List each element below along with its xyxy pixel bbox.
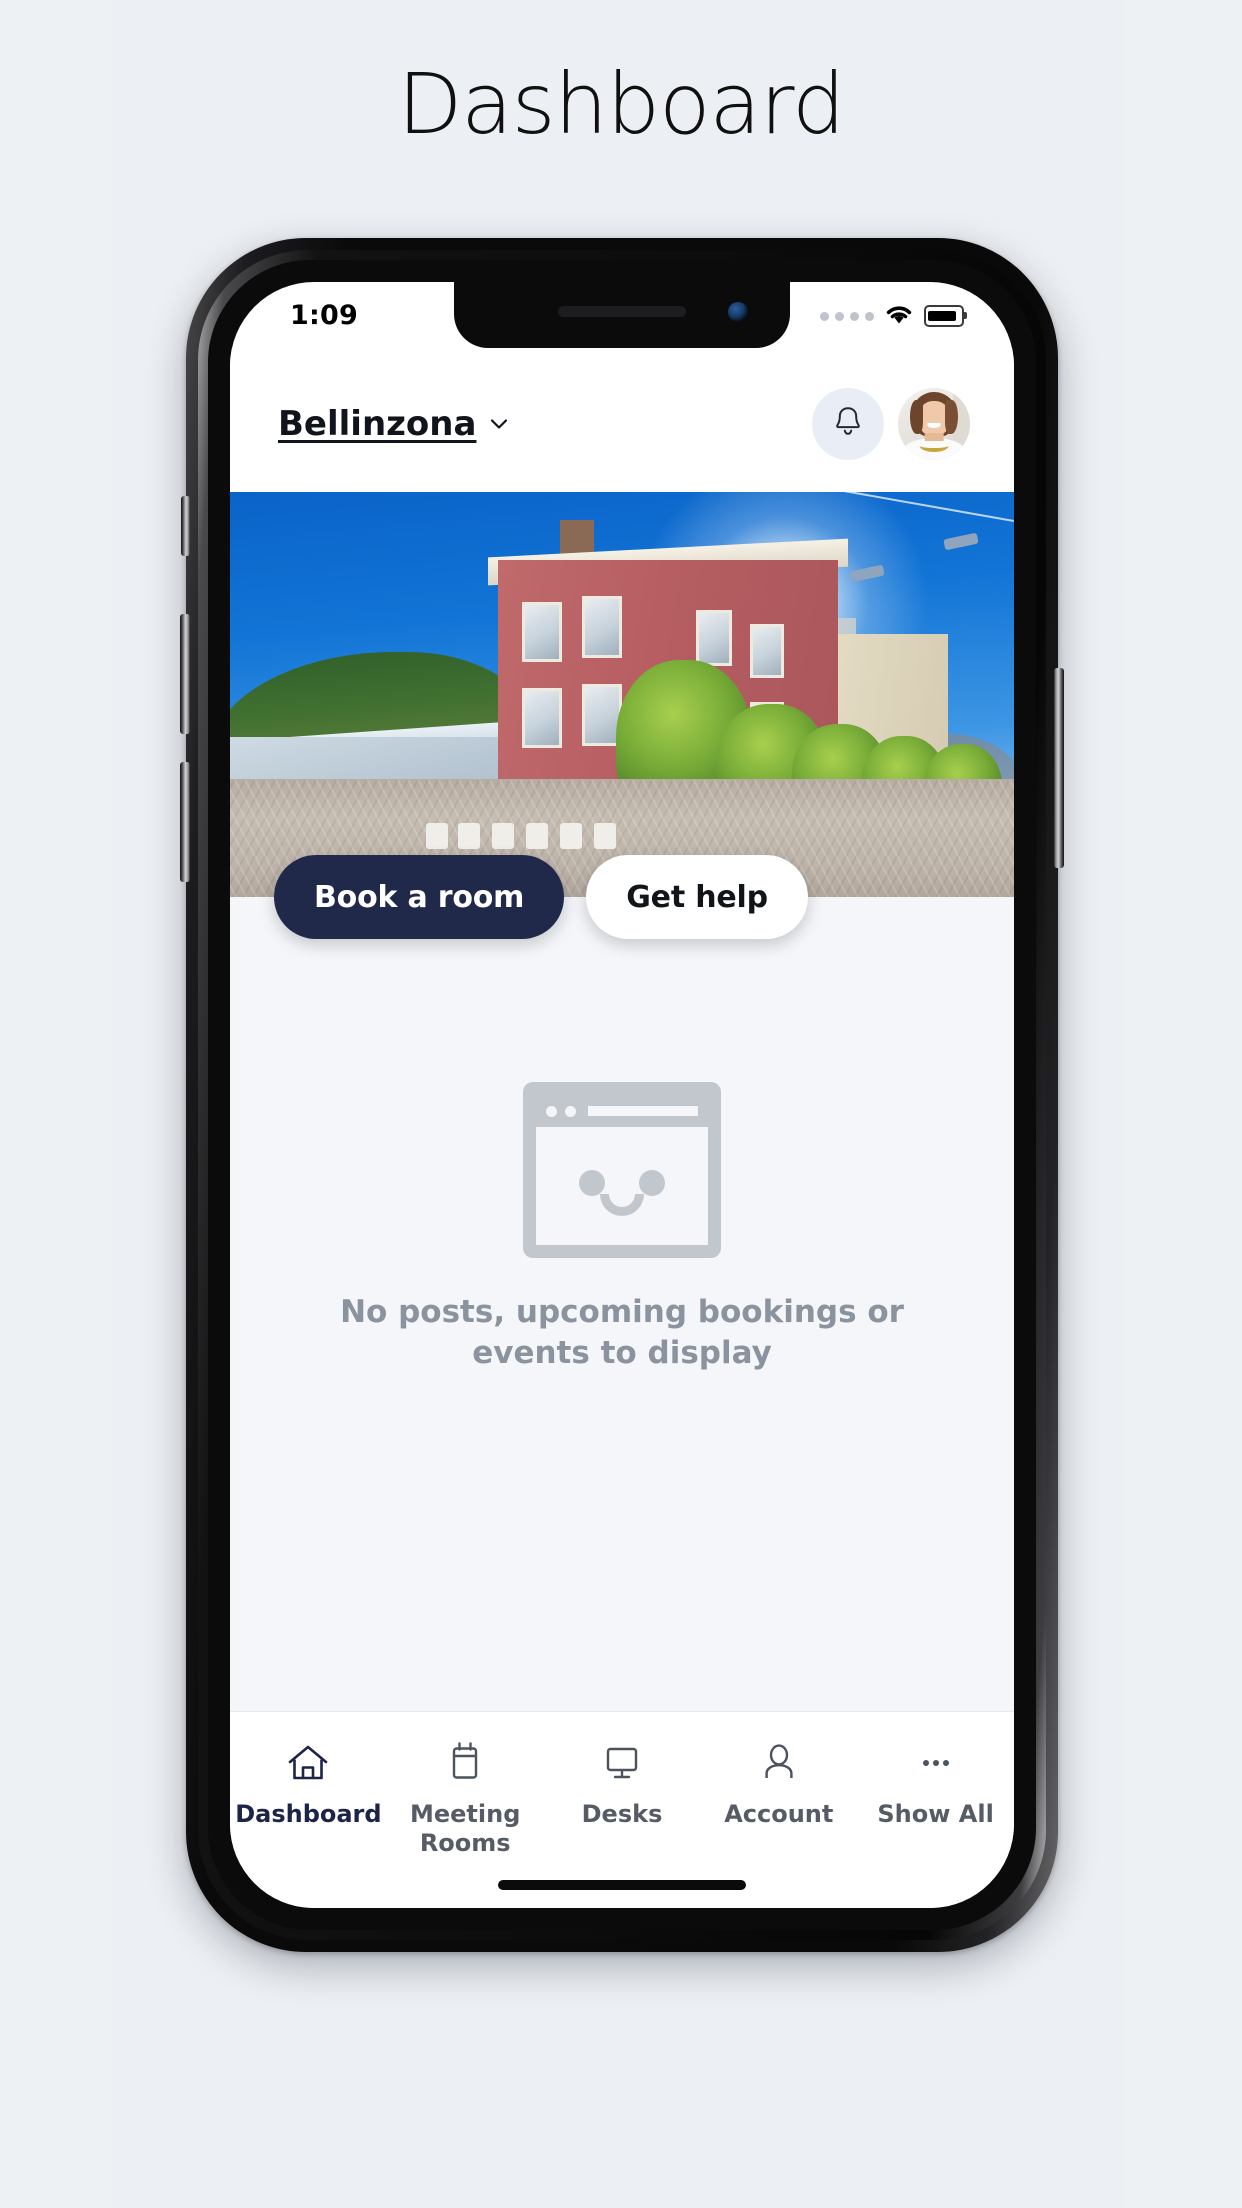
volume-down-button[interactable] bbox=[180, 762, 190, 882]
home-icon bbox=[285, 1736, 331, 1790]
phone-screen: 1:09 Bellinzona No posts, upcoming booki… bbox=[230, 282, 1014, 1908]
book-a-room-button[interactable]: Book a room bbox=[274, 855, 565, 939]
location-label: Bellinzona bbox=[278, 404, 477, 444]
notifications-button[interactable] bbox=[812, 388, 884, 460]
tab-account[interactable]: Account bbox=[700, 1712, 857, 1908]
front-camera-icon bbox=[728, 302, 748, 322]
page-root: Dashboard 1:09 Bellinzona No posts, upco… bbox=[0, 0, 1242, 2208]
page-title: Dashboard bbox=[397, 55, 846, 153]
tab-meeting-rooms[interactable]: Meeting Rooms bbox=[387, 1712, 544, 1908]
battery-full-icon bbox=[924, 305, 967, 327]
person-icon bbox=[757, 1736, 801, 1790]
tab-label: Meeting Rooms bbox=[409, 1800, 521, 1858]
device-notch bbox=[454, 282, 790, 348]
tab-desks[interactable]: Desks bbox=[544, 1712, 701, 1908]
tab-label: Dashboard bbox=[235, 1800, 382, 1828]
tab-label: Desks bbox=[581, 1800, 663, 1828]
page-gutter-left bbox=[0, 0, 113, 2208]
earpiece-speaker-icon bbox=[558, 306, 686, 317]
hero-image[interactable] bbox=[230, 492, 1014, 907]
tab-label: Account bbox=[724, 1800, 834, 1828]
monitor-icon bbox=[598, 1736, 646, 1790]
calendar-icon bbox=[442, 1736, 488, 1790]
phone-frame: 1:09 Bellinzona No posts, upcoming booki… bbox=[180, 238, 1064, 1952]
chevron-down-icon bbox=[488, 413, 510, 435]
location-selector[interactable]: Bellinzona bbox=[278, 404, 510, 444]
volume-up-button[interactable] bbox=[180, 614, 190, 734]
browser-window-smiley-icon bbox=[523, 1082, 721, 1258]
bell-icon bbox=[831, 404, 865, 445]
tab-dashboard[interactable]: Dashboard bbox=[230, 1712, 387, 1908]
home-indicator[interactable] bbox=[498, 1880, 746, 1890]
signal-dots-icon bbox=[820, 311, 874, 321]
quick-actions: Book a room Get help bbox=[230, 852, 1014, 942]
tab-label: Show All bbox=[877, 1800, 994, 1828]
mute-switch-button[interactable] bbox=[181, 496, 190, 556]
power-button[interactable] bbox=[1054, 668, 1064, 868]
avatar[interactable] bbox=[898, 388, 970, 460]
ellipsis-icon bbox=[914, 1736, 958, 1790]
empty-state-message: No posts, upcoming bookings or events to… bbox=[340, 1294, 904, 1372]
app-header: Bellinzona bbox=[230, 348, 1014, 492]
wifi-icon bbox=[884, 302, 914, 330]
get-help-button[interactable]: Get help bbox=[586, 855, 808, 939]
empty-state: No posts, upcoming bookings or events to… bbox=[230, 1082, 1014, 1374]
tab-show-all[interactable]: Show All bbox=[857, 1712, 1014, 1908]
status-time: 1:09 bbox=[290, 300, 358, 331]
bottom-tab-bar: Dashboard Meeting Rooms Desks Account Sh… bbox=[230, 1711, 1014, 1908]
header-actions bbox=[812, 388, 970, 460]
status-indicators bbox=[820, 302, 967, 330]
feed-area: No posts, upcoming bookings or events to… bbox=[230, 897, 1014, 1757]
page-gutter-right bbox=[1124, 0, 1242, 2208]
